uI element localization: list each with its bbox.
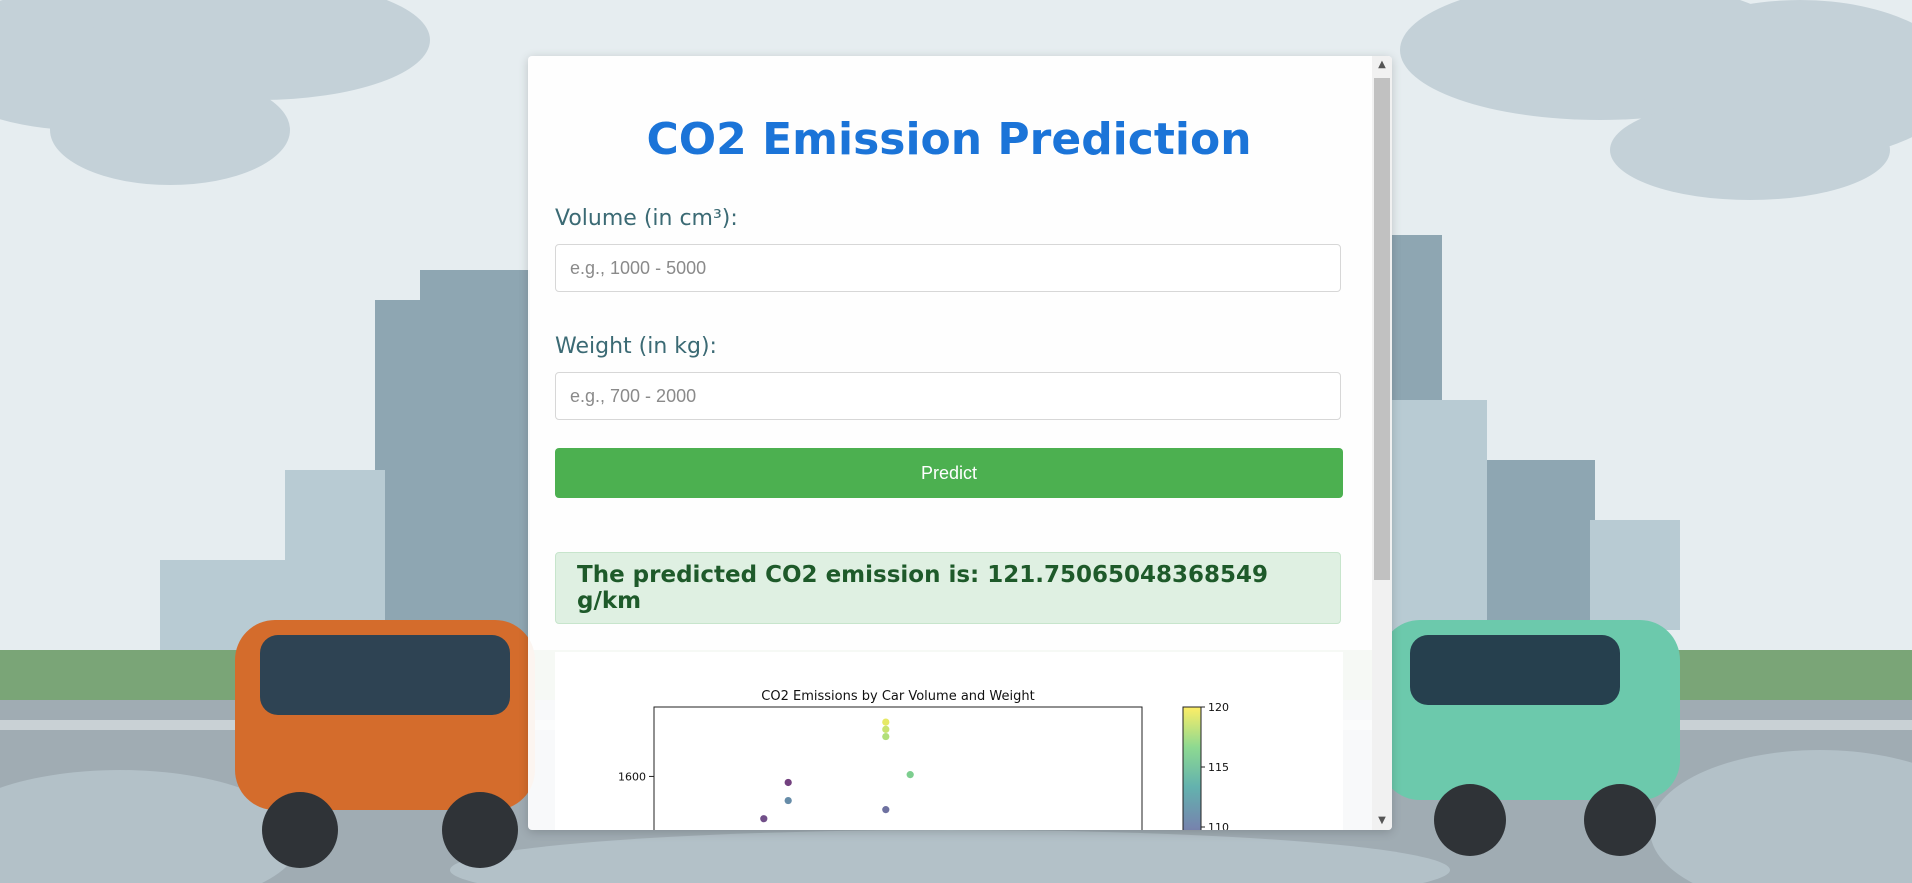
predict-button[interactable]: Predict: [555, 448, 1343, 498]
weight-input[interactable]: [555, 372, 1341, 420]
plot-frame: [653, 706, 1143, 830]
y-tick-label: 1600: [618, 770, 646, 783]
prediction-result: The predicted CO2 emission is: 121.75065…: [555, 552, 1341, 624]
scatter-point: [882, 732, 890, 741]
scatter-point: [784, 778, 792, 787]
scroll-thumb[interactable]: [1374, 78, 1390, 580]
volume-input[interactable]: [555, 244, 1341, 292]
chart-title: CO2 Emissions by Car Volume and Weight: [761, 689, 1034, 704]
page-title: CO2 Emission Prediction: [646, 114, 1252, 165]
scatter-point: [784, 796, 792, 805]
weight-label: Weight (in kg):: [555, 334, 717, 359]
panel-content: CO2 Emission Prediction Volume (in cm³):…: [555, 56, 1343, 830]
scroll-up-arrow-icon[interactable]: ▲: [1372, 56, 1392, 74]
scatter-point: [882, 725, 890, 733]
scatter-point: [906, 771, 914, 779]
colorbar-tick-label: 115: [1208, 761, 1229, 774]
panel-scrollbar[interactable]: ▲ ▼: [1372, 56, 1392, 830]
scatter-point: [882, 806, 890, 814]
emission-chart-container: CO2 Emissions by Car Volume and Weight 16…: [555, 652, 1343, 830]
prediction-result-text: The predicted CO2 emission is: 121.75065…: [577, 562, 1269, 614]
prediction-panel: CO2 Emission Prediction Volume (in cm³):…: [528, 56, 1392, 830]
scatter-point: [760, 815, 768, 823]
colorbar-tick-label: 110: [1208, 821, 1229, 830]
scroll-down-arrow-icon[interactable]: ▼: [1372, 812, 1392, 830]
volume-label: Volume (in cm³):: [555, 206, 738, 231]
colorbar-tick-label: 120: [1208, 701, 1229, 714]
colorbar: [1182, 706, 1202, 830]
emission-scatter-chart: CO2 Emissions by Car Volume and Weight 16…: [618, 689, 1229, 830]
scatter-point: [882, 718, 890, 726]
